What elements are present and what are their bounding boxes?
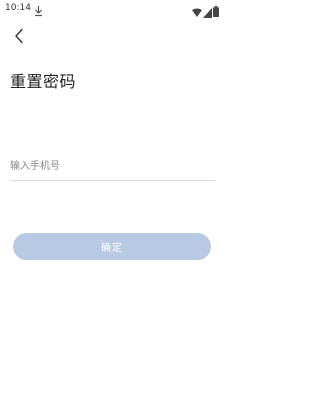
wifi-icon bbox=[192, 3, 202, 17]
status-time: 10:14 bbox=[5, 3, 31, 13]
battery-icon bbox=[213, 2, 219, 17]
signal-icon bbox=[203, 3, 212, 18]
back-button[interactable] bbox=[8, 28, 30, 48]
download-icon bbox=[34, 2, 43, 17]
confirm-button[interactable]: 确定 bbox=[13, 233, 211, 260]
reset-password-screen: 10:14 重置密码 输入手机号 确定 bbox=[0, 0, 225, 400]
chevron-left-icon bbox=[14, 28, 24, 48]
status-bar: 10:14 bbox=[0, 0, 225, 18]
phone-number-input[interactable] bbox=[10, 159, 215, 181]
page-title: 重置密码 bbox=[10, 72, 77, 91]
